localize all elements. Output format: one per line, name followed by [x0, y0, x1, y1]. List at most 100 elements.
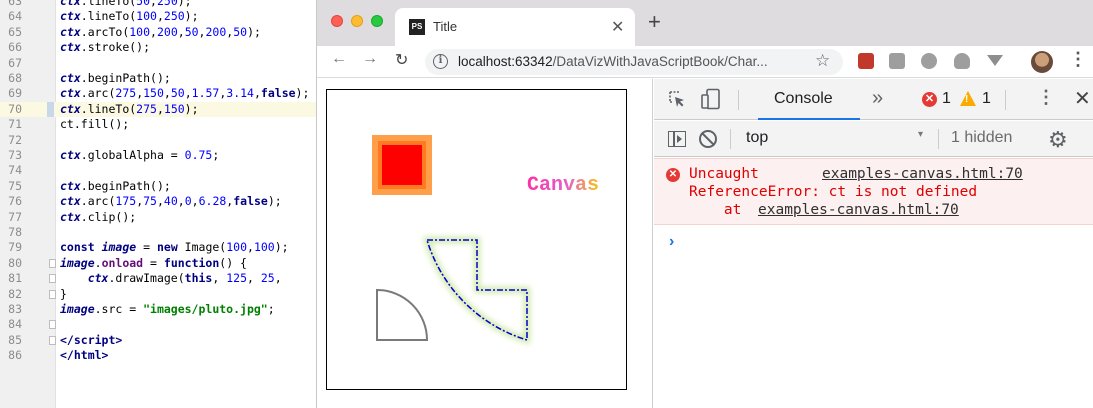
console-settings-gear-icon[interactable]: ⚙ — [1048, 127, 1068, 153]
red-square — [382, 145, 422, 185]
zoom-window-button[interactable] — [371, 15, 383, 27]
profile-avatar[interactable] — [1031, 51, 1053, 73]
browser-menu-icon[interactable]: ⋮ — [1069, 49, 1087, 70]
line-code[interactable]: ctx.beginPath(); — [60, 71, 171, 86]
code-line[interactable]: 80 image.onload = function() { — [0, 256, 320, 271]
code-line[interactable]: 83 image.src = "images/pluto.jpg"; — [0, 302, 320, 317]
console-prompt-chevron-icon[interactable]: › — [669, 233, 674, 251]
error-stack-link[interactable]: examples-canvas.html:70 — [758, 201, 959, 219]
dropdown-caret-icon: ▾ — [918, 129, 924, 140]
line-code[interactable]: </script> — [60, 333, 122, 348]
extension-vue-icon[interactable] — [987, 55, 1003, 66]
line-number: 73 — [8, 148, 22, 162]
code-line[interactable]: 64 ctx.lineTo(100,250); — [0, 9, 320, 24]
code-line[interactable]: 86 </html> — [0, 348, 320, 363]
line-code[interactable]: ct.fill(); — [60, 117, 129, 132]
line-code[interactable]: image.onload = function() { — [60, 256, 247, 271]
devtools-menu-icon[interactable]: ⋮ — [1037, 87, 1055, 108]
console-sidebar-icon[interactable] — [668, 131, 686, 147]
line-code[interactable]: ctx.clip(); — [60, 210, 136, 225]
forward-arrow-icon[interactable]: → — [362, 50, 378, 68]
code-line[interactable]: 82} — [0, 287, 320, 302]
line-code[interactable]: image.src = "images/pluto.jpg"; — [60, 302, 275, 317]
canvas-text: Canvas — [527, 174, 599, 197]
line-code[interactable]: ctx.stroke(); — [60, 40, 150, 55]
code-line[interactable]: 66 ctx.stroke(); — [0, 40, 320, 55]
code-line[interactable]: 76 ctx.arc(175,75,40,0,6.28,false); — [0, 194, 320, 209]
extension-circle-icon[interactable] — [921, 53, 937, 69]
code-line[interactable]: 79 const image = new Image(100,100); — [0, 240, 320, 255]
fold-toggle-icon[interactable] — [49, 320, 56, 330]
error-message: ReferenceError: ct is not defined — [689, 184, 978, 200]
tab-console[interactable]: Console — [758, 79, 860, 120]
tab-close-icon[interactable]: ✕ — [611, 17, 624, 37]
line-code[interactable]: ctx.drawImage(this, 125, 25, — [60, 271, 282, 286]
more-tabs-chevron-icon[interactable]: » — [872, 87, 883, 110]
hidden-messages-count[interactable]: 1 hidden — [951, 129, 1012, 147]
line-number: 84 — [8, 317, 22, 332]
fold-toggle-icon[interactable] — [49, 274, 56, 284]
line-number: 63 — [8, 0, 22, 8]
line-code[interactable]: </html> — [60, 348, 108, 363]
line-code[interactable]: ctx.arcTo(100,200,50,200,50); — [60, 25, 261, 40]
new-tab-button[interactable]: + — [648, 11, 661, 33]
line-code[interactable]: } — [60, 287, 67, 302]
context-selector[interactable]: top ▾ — [740, 129, 930, 149]
extension-book-icon[interactable] — [858, 53, 874, 69]
code-line[interactable]: 77 ctx.clip(); — [0, 210, 320, 225]
code-line[interactable]: 67 — [0, 56, 320, 71]
code-line[interactable]: 85 </script> — [0, 333, 320, 348]
arc-quarter-shape — [376, 288, 429, 341]
clear-console-icon[interactable] — [699, 130, 717, 148]
code-line[interactable]: 74 — [0, 163, 320, 178]
device-toolbar-icon[interactable] — [700, 88, 722, 110]
code-line[interactable]: 69 ctx.arc(275,150,50,1.57,3.14,false); — [0, 86, 320, 101]
code-line[interactable]: 68 ctx.beginPath(); — [0, 71, 320, 86]
code-line[interactable]: 73 ctx.globalAlpha = 0.75; — [0, 148, 320, 163]
bookmark-star-icon[interactable]: ☆ — [815, 51, 830, 71]
line-number: 80 — [8, 255, 22, 270]
code-line[interactable]: 72 — [0, 133, 320, 148]
url-text[interactable]: localhost:63342/DataVizWithJavaScriptBoo… — [458, 54, 768, 69]
error-count-icon[interactable]: ✕ — [922, 92, 937, 107]
toolbar-divider — [1005, 90, 1006, 110]
address-bar[interactable]: i localhost:63342/DataVizWithJavaScriptB… — [425, 49, 843, 75]
warning-count-icon[interactable]: ! — [960, 91, 976, 106]
error-source-link[interactable]: examples-canvas.html:70 — [822, 165, 1023, 183]
inspect-element-icon[interactable] — [668, 90, 686, 108]
info-icon[interactable]: i — [433, 54, 448, 69]
code-line[interactable]: 84 — [0, 317, 320, 332]
line-code[interactable]: ctx.lineTo(275,150); — [60, 102, 199, 117]
warning-count[interactable]: 1 — [982, 90, 991, 108]
line-code[interactable]: ctx.globalAlpha = 0.75; — [60, 148, 219, 163]
code-line[interactable]: 81 ctx.drawImage(this, 125, 25, — [0, 271, 320, 286]
minimize-window-button[interactable] — [351, 15, 363, 27]
error-count[interactable]: 1 — [942, 90, 951, 108]
extension-club-icon[interactable] — [954, 53, 970, 69]
line-code[interactable]: const image = new Image(100,100); — [60, 240, 289, 255]
fold-toggle-icon[interactable] — [49, 258, 56, 268]
back-arrow-icon[interactable]: ← — [331, 50, 347, 68]
line-code[interactable]: ctx.beginPath(); — [60, 179, 171, 194]
extension-media-icon[interactable] — [889, 53, 905, 69]
code-line[interactable]: 70 ctx.lineTo(275,150); — [0, 101, 320, 117]
fold-toggle-icon[interactable] — [49, 289, 56, 299]
code-editor[interactable]: 63 ctx.lineTo(50,250); 64 ctx.lineTo(100,25… — [0, 0, 320, 408]
line-number: 65 — [8, 24, 22, 39]
code-line[interactable]: 75 ctx.beginPath(); — [0, 179, 320, 194]
line-code[interactable]: ctx.lineTo(100,250); — [60, 9, 199, 24]
line-number: 78 — [8, 225, 22, 239]
line-code[interactable]: ctx.arc(175,75,40,0,6.28,false); — [60, 194, 282, 209]
code-line[interactable]: 78 — [0, 225, 320, 240]
close-window-button[interactable] — [331, 15, 343, 27]
reload-icon[interactable]: ↻ — [395, 50, 408, 70]
code-line[interactable]: 63 ctx.lineTo(50,250); — [0, 0, 320, 9]
line-code[interactable]: ctx.arc(275,150,50,1.57,3.14,false); — [60, 86, 309, 101]
browser-tab[interactable]: PS Title ✕ — [395, 8, 635, 46]
line-number: 72 — [8, 132, 22, 147]
code-line[interactable]: 65 ctx.arcTo(100,200,50,200,50); — [0, 25, 320, 40]
devtools-close-icon[interactable]: ✕ — [1074, 86, 1091, 111]
fold-toggle-icon[interactable] — [49, 335, 56, 345]
line-code[interactable]: ctx.lineTo(50,250); — [60, 0, 192, 9]
code-line[interactable]: 71 ct.fill(); — [0, 117, 320, 132]
